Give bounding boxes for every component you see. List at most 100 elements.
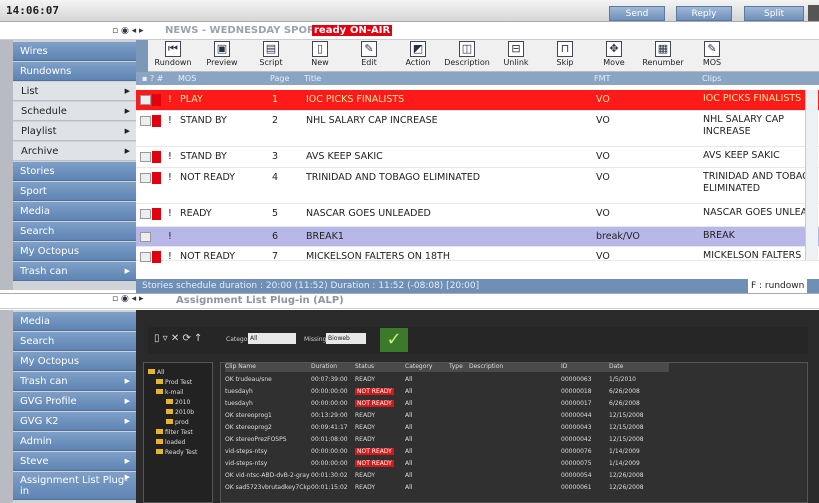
grid-header[interactable]: Status (355, 363, 405, 372)
grid-cell-status: READY (355, 436, 376, 443)
folder-node[interactable]: Prod Test (156, 379, 192, 386)
toolbar-rundown-button[interactable]: ⏮ Rundown (150, 41, 196, 67)
col-clips[interactable]: Clips (702, 72, 721, 85)
row-page: 7 (272, 251, 279, 262)
alp-tool-icons[interactable]: ▯ ▿ ✕ ⟳ ↑ (154, 333, 202, 344)
grid-header[interactable]: ID (561, 363, 609, 372)
sidebar-item-admin[interactable]: Admin (13, 432, 136, 451)
grid-row[interactable]: vid-steps-ntsy 00:00:00:00 NOT READY All 000… (221, 459, 808, 468)
grid-row[interactable]: OK vid-ntsc-ABD-dvB-2-gray 00:01:30:02 REA… (221, 471, 808, 480)
rundown-row[interactable]: ! STAND BY 3 AVS KEEP SAKIC VO AVS KEEP SAKIC (136, 147, 819, 168)
grid-row[interactable]: OK trudeau/sne 00:07:39:00 READY All 0000006… (221, 375, 808, 384)
grid-cell-id: 00000063 (561, 376, 592, 383)
toolbar-renumber-button[interactable]: ▦ Renumber (640, 41, 686, 67)
rundown-row[interactable]: ! PLAY 1 IOC PICKS FINALISTS VO IOC PICKS FIN… (136, 90, 819, 111)
rundown-row[interactable]: ! STAND BY 2 NHL SALARY CAP INCREASE VO NHL S… (136, 111, 819, 147)
sidebar-item-stories[interactable]: Stories (13, 162, 136, 181)
grid-row[interactable]: tuesdayh 00:00:00:00 NOT READY All 00000017 6… (221, 399, 808, 408)
toolbar-edit-button[interactable]: ✎ Edit (346, 41, 392, 67)
toolbar-mos-button[interactable]: ✎ MOS (689, 41, 735, 67)
toolbar-skip-button[interactable]: ⊓ Skip (542, 41, 588, 67)
grid-row[interactable]: OK stereoprog2 00:09:41:17 READY All 0000004… (221, 423, 808, 432)
folder-label: Ready Test (165, 449, 198, 456)
sidebar-item-assignment-list-plug-in[interactable]: Assignment List Plug-in ▶ (13, 472, 136, 500)
grid-header[interactable]: Type (449, 363, 469, 372)
col-fmt[interactable]: FMT (594, 72, 610, 85)
plugin-nav-icons[interactable]: ▫ ◉ ◂ ▸ (112, 294, 144, 304)
grid-header[interactable]: Clip Name (225, 363, 311, 372)
folder-node[interactable]: 2010 (166, 399, 190, 406)
grid-header[interactable]: Description (469, 363, 561, 372)
grid-header[interactable]: Category (405, 363, 449, 372)
row-mos-status: READY (180, 208, 212, 219)
folder-node[interactable]: loaded (156, 439, 185, 446)
sidebar-item-my-octopus[interactable]: My Octopus (13, 352, 136, 371)
col-title[interactable]: Title (304, 72, 321, 85)
row-checkbox[interactable] (140, 95, 151, 105)
rundown-row[interactable]: ! READY 5 NASCAR GOES UNLEADED VO NASCAR GOES… (136, 204, 819, 227)
row-checkbox[interactable] (140, 209, 151, 219)
sidebar-item-list[interactable]: List ▶ (13, 82, 136, 101)
sidebar-item-archive[interactable]: Archive ▶ (13, 142, 136, 161)
folder-node[interactable]: prod (166, 419, 189, 426)
col-mos[interactable]: MOS (178, 72, 196, 85)
sidebar-item-steve[interactable]: Steve ▶ (13, 452, 136, 471)
row-checkbox[interactable] (140, 116, 151, 126)
grid-row[interactable]: OK sad5723vbrutadkey7Ckp 00:01:15:02 READY… (221, 483, 808, 492)
folder-node[interactable]: filter Test (156, 429, 193, 436)
folder-node[interactable]: 2010b (166, 409, 194, 416)
sidebar-grip[interactable] (0, 40, 13, 290)
rundown-row[interactable]: ! NOT READY 4 TRINIDAD AND TOBAGO ELIMINATE… (136, 168, 819, 204)
toolbar-script-button[interactable]: ▤ Script (248, 41, 294, 67)
rundown-row[interactable]: ! NOT READY 7 MICKELSON FALTERS ON 18TH VO MI… (136, 247, 819, 263)
toolbar-description-button[interactable]: ◫ Description (444, 41, 490, 67)
grid-row[interactable]: OK stereoPrezFOSPS 00:01:08:00 READY All 000… (221, 435, 808, 444)
sidebar-item-trash-can[interactable]: Trash can ▶ (13, 262, 136, 281)
sidebar-grip-bottom[interactable] (0, 310, 13, 503)
sidebar-item-gvg-profile[interactable]: GVG Profile ▶ (13, 392, 136, 411)
split-button[interactable]: Split (744, 6, 804, 21)
toolbar-unlink-button[interactable]: ⊟ Unlink (493, 41, 539, 67)
sidebar-item-my-octopus[interactable]: My Octopus (13, 242, 136, 261)
folder-icon (156, 439, 163, 444)
row-checkbox[interactable] (140, 252, 151, 262)
sidebar-item-search[interactable]: Search (13, 222, 136, 241)
category-select[interactable]: All (248, 333, 296, 344)
sidebar-item-sport[interactable]: Sport (13, 182, 136, 201)
folder-node[interactable]: k-mail (156, 389, 184, 396)
rundown-selector[interactable]: F : rundown (748, 279, 808, 293)
sidebar-item-rundowns[interactable]: Rundowns (13, 62, 136, 81)
send-button[interactable]: Send (609, 6, 665, 21)
row-checkbox[interactable] (140, 173, 151, 183)
row-checkbox[interactable] (140, 152, 151, 162)
toolbar-move-button[interactable]: ✥ Move (591, 41, 637, 67)
more-icon[interactable] (808, 5, 819, 21)
folder-node[interactable]: Ready Test (156, 449, 197, 456)
sidebar-item-schedule[interactable]: Schedule ▶ (13, 102, 136, 121)
toolbar-new-button[interactable]: ▯ New (297, 41, 343, 67)
reply-button[interactable]: Reply (676, 6, 732, 21)
sidebar-item-gvg-k2[interactable]: GVG K2 ▶ (13, 412, 136, 431)
sidebar-item-label: Playlist (21, 126, 57, 137)
rundown-scrollbar[interactable] (805, 90, 818, 260)
folder-node[interactable]: All (148, 369, 164, 376)
sidebar-item-media[interactable]: Media (13, 312, 136, 331)
row-checkbox[interactable] (140, 232, 151, 242)
col-page[interactable]: Page (270, 72, 289, 85)
alp-folder-tree[interactable]: All Prod Test k-mail 2010 2010b prod filter Te… (143, 362, 213, 503)
sidebar-item-media[interactable]: Media (13, 202, 136, 221)
toolbar-action-button[interactable]: ◩ Action (395, 41, 441, 67)
sidebar-item-trash-can[interactable]: Trash can ▶ (13, 372, 136, 391)
sidebar-item-playlist[interactable]: Playlist ▶ (13, 122, 136, 141)
grid-header[interactable]: Duration (311, 363, 355, 372)
sidebar-item-wires[interactable]: Wires (13, 42, 136, 61)
grid-row[interactable]: OK stereoprog1 00:13:29:00 READY All 0000004… (221, 411, 808, 420)
missing-field[interactable]: Bioweb (326, 333, 366, 344)
grid-row[interactable]: tuesdayh 00:00:00:00 NOT READY All 00000018 6… (221, 387, 808, 396)
grid-row[interactable]: vid-steps-ntsy 00:00:00:00 NOT READY All 000… (221, 447, 808, 456)
toolbar-preview-button[interactable]: ▣ Preview (199, 41, 245, 67)
grid-header[interactable]: Date (609, 363, 669, 372)
rundown-nav-icons[interactable]: ▫ ◉ ◂ ▸ (112, 26, 144, 36)
sidebar-item-search[interactable]: Search (13, 332, 136, 351)
rundown-row[interactable]: ! 6 BREAK1 break/VO BREAK (136, 227, 819, 247)
